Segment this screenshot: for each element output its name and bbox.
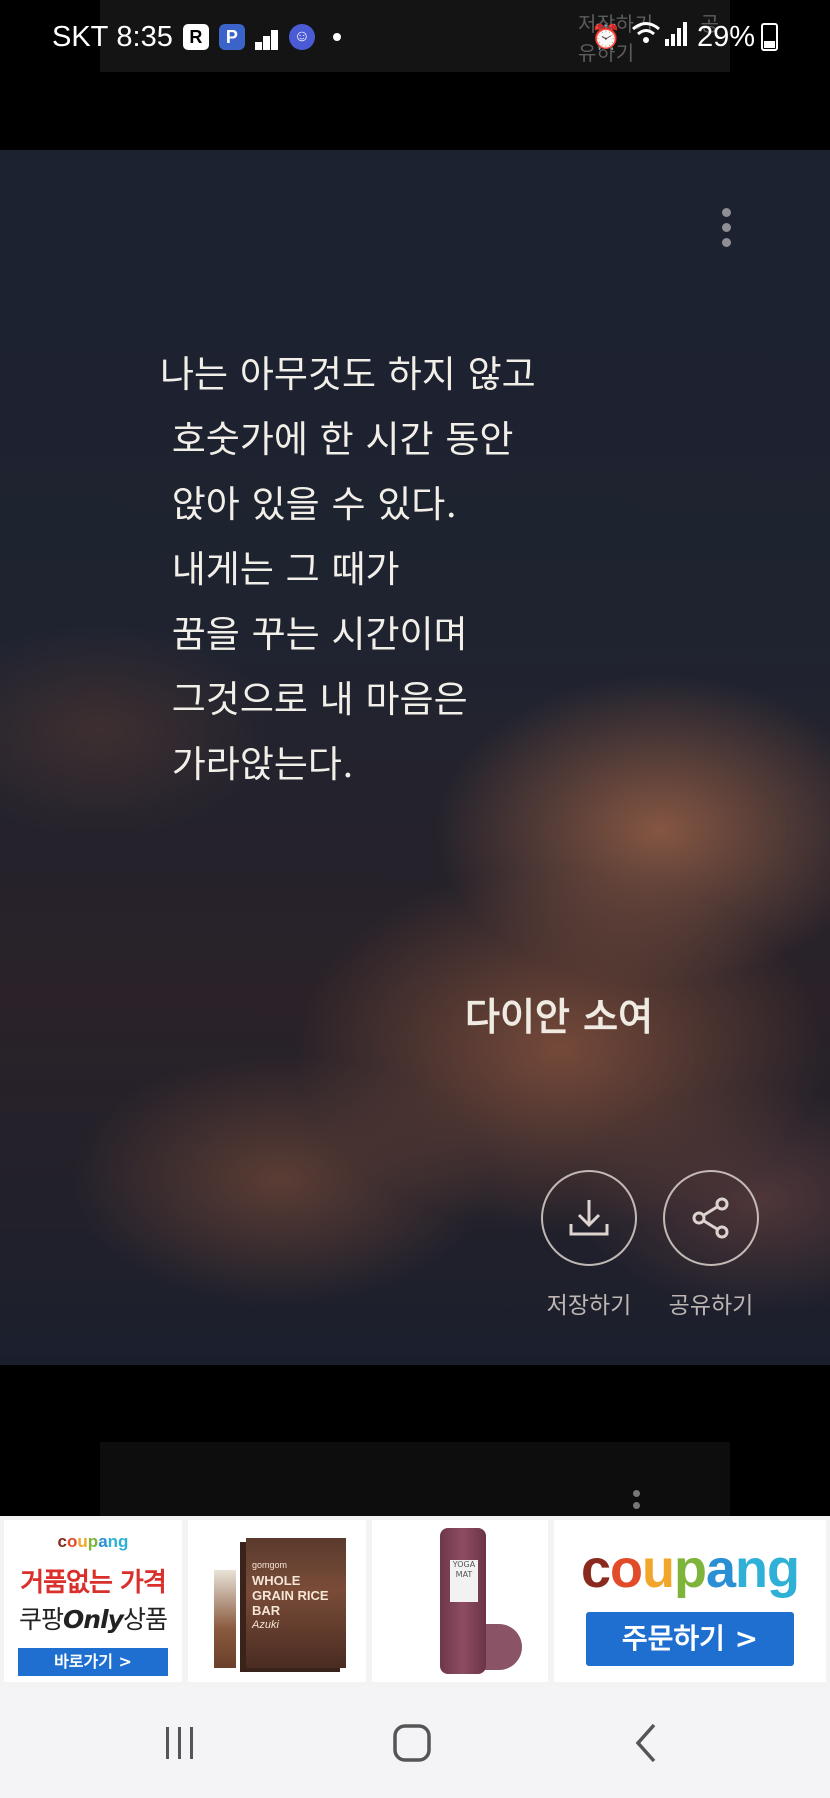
rice-bar-flavor: Azuki	[252, 1619, 279, 1631]
back-icon[interactable]	[606, 1718, 686, 1768]
ad-coupang-promo[interactable]: coupang 거품없는 가격 쿠팡Only상품 바로가기 >	[4, 1520, 182, 1682]
order-button[interactable]: 주문하기 >	[586, 1612, 794, 1666]
quote-card: 나는 아무것도 하지 않고 호숫가에 한 시간 동안 앉아 있을 수 있다. 내…	[0, 150, 830, 1365]
system-nav-bar	[0, 1686, 830, 1798]
coupang-logo: coupang	[580, 1539, 800, 1599]
r-app-icon: R	[182, 24, 209, 50]
quote-text: 나는 아무것도 하지 않고 호숫가에 한 시간 동안 앉아 있을 수 있다. 내…	[160, 353, 536, 786]
save-button[interactable]: 저장하기	[524, 1170, 654, 1320]
next-card-more-icon[interactable]	[633, 1490, 640, 1514]
ad-product-yoga-mat[interactable]: YOGA MAT	[372, 1520, 548, 1682]
more-options-icon[interactable]	[718, 208, 734, 254]
share-icon	[663, 1170, 759, 1266]
p-app-icon: P	[218, 24, 245, 50]
save-label: 저장하기	[546, 1293, 632, 1319]
rice-bar-title: WHOLE GRAIN RICE BAR	[252, 1573, 329, 1618]
share-button[interactable]: 공유하기	[646, 1170, 776, 1320]
wifi-icon	[631, 20, 661, 54]
yoga-mat-label: YOGA MAT	[450, 1560, 478, 1602]
battery-icon	[761, 23, 778, 51]
share-label: 공유하기	[668, 1293, 754, 1319]
face-app-icon: ☺	[288, 24, 315, 50]
status-bar: SKT 8:35 R P ☺ ⏰ 29%	[0, 0, 830, 74]
notification-dot	[332, 33, 341, 41]
recent-apps-icon[interactable]	[140, 1718, 220, 1768]
status-left: SKT 8:35 R P ☺	[52, 20, 341, 54]
ad-subline: 쿠팡Only상품	[19, 1605, 168, 1634]
quote-author: 다이안 소여	[465, 995, 654, 1039]
ad-banner[interactable]: coupang 거품없는 가격 쿠팡Only상품 바로가기 > gomgom W…	[0, 1516, 830, 1686]
rice-bar-box-image: gomgom WHOLE GRAIN RICE BAR Azuki	[212, 1530, 347, 1672]
ad-go-button[interactable]: 바로가기 >	[18, 1648, 168, 1676]
download-icon	[541, 1170, 637, 1266]
carrier-label: SKT	[52, 20, 109, 53]
rice-bar-brand: gomgom	[252, 1560, 288, 1570]
ad-product-rice-bar[interactable]: gomgom WHOLE GRAIN RICE BAR Azuki	[188, 1520, 366, 1682]
clock: 8:35	[116, 20, 173, 53]
signal-icon	[664, 21, 687, 54]
coupang-logo-small: coupang	[57, 1532, 129, 1551]
alarm-icon: ⏰	[591, 23, 621, 51]
status-right: ⏰ 29%	[591, 20, 778, 54]
ad-headline: 거품없는 가격	[20, 1568, 167, 1598]
home-icon[interactable]	[372, 1718, 452, 1768]
ad-coupang-order[interactable]: coupang 주문하기 >	[554, 1520, 826, 1682]
bars-app-icon	[254, 24, 279, 50]
battery-percent: 29%	[696, 20, 755, 53]
